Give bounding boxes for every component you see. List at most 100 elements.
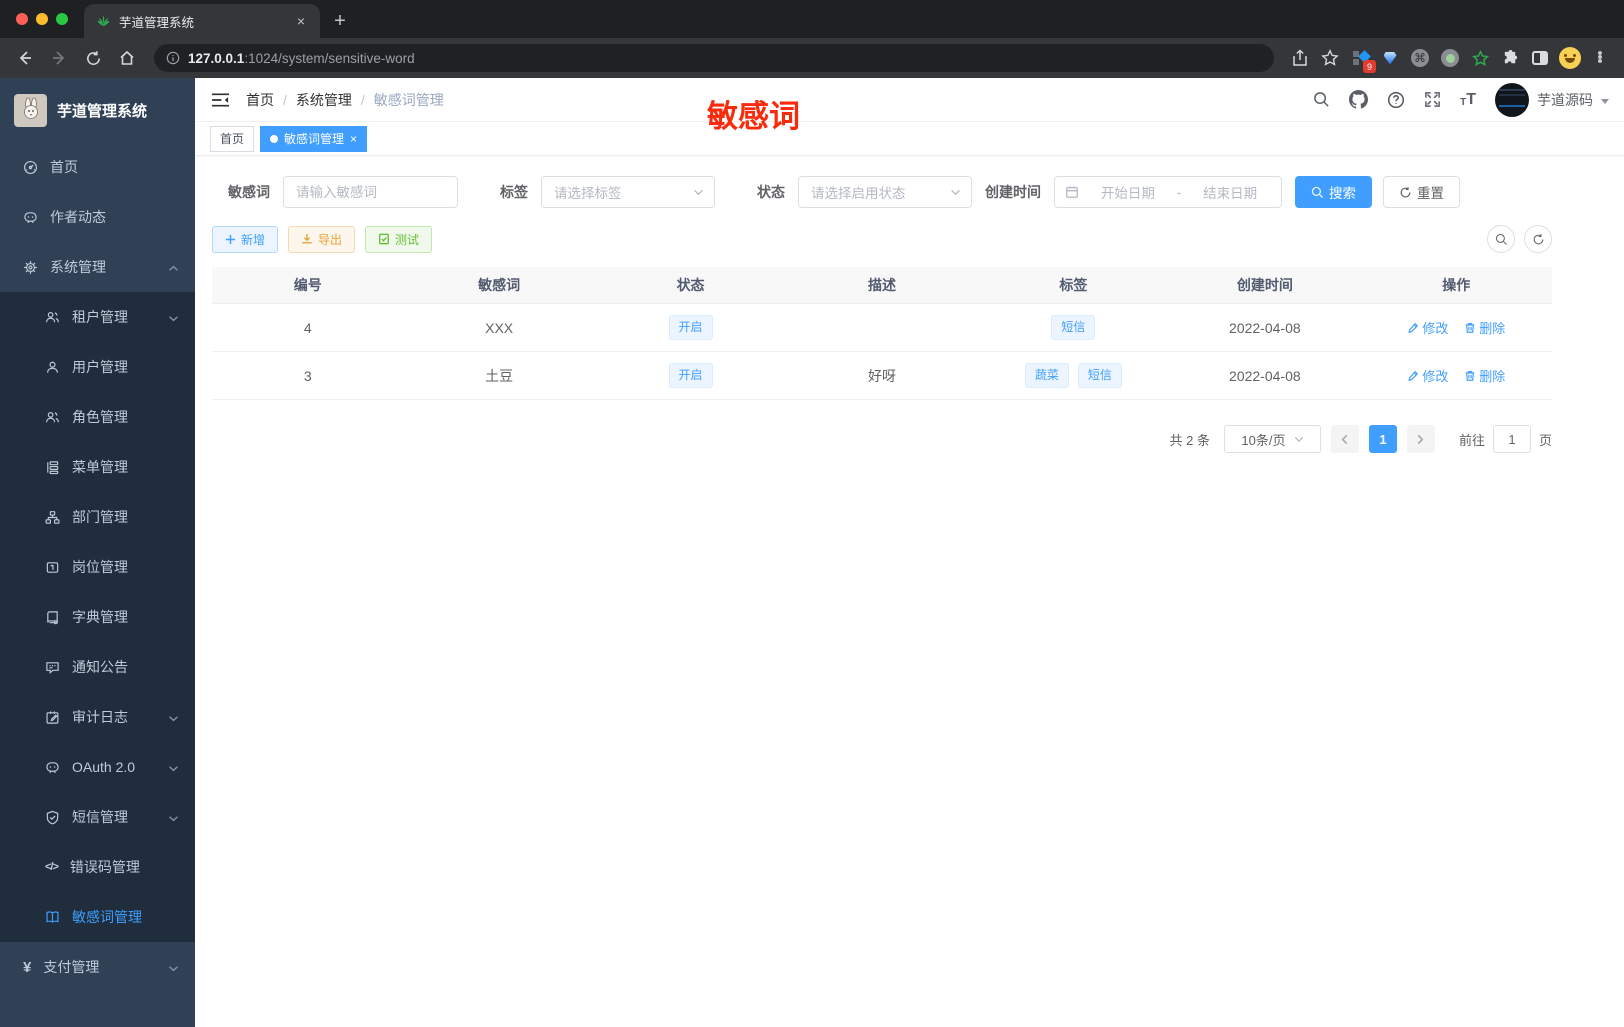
open-book-icon [46,910,59,923]
bookmark-star-icon[interactable] [1316,44,1344,72]
tab-close-icon[interactable]: × [292,12,310,30]
test-button[interactable]: 测试 [365,225,433,253]
tab-home[interactable]: 首页 [210,125,255,152]
add-button[interactable]: 新增 [212,225,279,253]
sidebar-collapse-icon[interactable] [210,90,230,110]
breadcrumb-parent[interactable]: 系统管理 [296,90,352,110]
side-panel-icon[interactable] [1526,44,1554,72]
reload-icon[interactable] [78,43,108,73]
column-header: 描述 [867,277,896,293]
column-header: 编号 [293,277,322,293]
refresh-table-button[interactable] [1524,225,1552,253]
tampermonkey-extension-icon[interactable]: 9 [1346,44,1376,73]
github-icon[interactable] [1349,90,1369,109]
new-tab-button[interactable]: + [326,7,354,35]
command-extension-icon[interactable]: ⌘ [1406,44,1434,72]
sidebar-item-dictionary[interactable]: 字典管理 [0,592,195,642]
sidebar-item-posts[interactable]: 岗位管理 [0,542,195,592]
fullscreen-icon[interactable] [1424,91,1441,108]
tag-select[interactable]: 请选择标签 [541,176,715,208]
browser-tab[interactable]: 芋道管理系统 × [84,4,320,38]
sidebar-item-label: 首页 [50,159,78,175]
chevron-down-icon [951,189,960,195]
tab-close-icon[interactable]: × [350,132,357,146]
user-icon [47,361,58,373]
export-button[interactable]: 导出 [288,225,356,253]
close-window-button[interactable] [16,13,28,25]
document-check-icon [379,233,390,245]
goto-page-input[interactable] [1492,425,1531,453]
chevron-up-icon [168,259,179,275]
star-extension-icon[interactable] [1466,44,1494,72]
cell-word: XXX [485,319,514,336]
code-icon: </> [45,861,59,873]
page-number-button[interactable]: 1 [1368,425,1397,453]
sidebar-item-sensitive-words[interactable]: 敏感词管理 [0,892,195,942]
user-menu[interactable]: 芋道源码 [1495,82,1609,117]
search-icon[interactable] [1313,91,1330,108]
sidebar-item-audit-log[interactable]: 审计日志 [0,692,195,742]
pay-icon: ¥ [23,958,32,976]
font-size-icon[interactable]: TT [1460,91,1476,108]
browser-toolbar: 127.0.0.1:1024/system/sensitive-word 9 ⌘… [0,38,1624,78]
edit-button[interactable]: 修改 [1407,318,1448,337]
tab-sensitive-words[interactable]: 敏感词管理 × [260,125,368,152]
sidebar-item-announcements[interactable]: 通知公告 [0,642,195,692]
sidebar-item-label: 字典管理 [72,609,128,625]
sidebar-item-menus[interactable]: 菜单管理 [0,442,195,492]
sidebar-item-sms[interactable]: 短信管理 [0,792,195,842]
delete-button[interactable]: 删除 [1464,366,1505,385]
prev-page-button[interactable] [1330,425,1359,453]
page-size-select[interactable]: 10条/页 [1223,425,1321,453]
extensions-puzzle-icon[interactable] [1496,44,1524,72]
profile-avatar-icon[interactable] [1556,44,1584,72]
share-icon[interactable] [1286,44,1314,72]
tenants-icon [46,311,59,322]
sidebar-item-home[interactable]: 首页 [0,142,195,192]
app-logo-row[interactable]: 芋道管理系统 [0,78,195,142]
sidebar-item-system[interactable]: 系统管理 [0,242,195,292]
sidebar-item-roles[interactable]: 角色管理 [0,392,195,442]
cell-create-time: 2022-04-08 [1229,367,1301,384]
breadcrumb-home[interactable]: 首页 [246,90,274,110]
sidebar-item-author-news[interactable]: 作者动态 [0,192,195,242]
browser-tab-strip: 芋道管理系统 × + [0,0,1624,38]
caret-down-icon [1601,98,1609,104]
edit-button[interactable]: 修改 [1407,366,1448,385]
gem-extension-icon[interactable] [1376,44,1404,72]
address-bar[interactable]: 127.0.0.1:1024/system/sensitive-word [154,44,1274,72]
delete-button[interactable]: 删除 [1464,318,1505,337]
trash-icon [1465,370,1475,381]
sidebar-item-oauth[interactable]: OAuth 2.0 [0,742,195,792]
sidebar-item-error-codes[interactable]: </> 错误码管理 [0,842,195,892]
sidebar-item-tenant[interactable]: 租户管理 [0,292,195,342]
next-page-button[interactable] [1406,425,1435,453]
sidebar-item-users[interactable]: 用户管理 [0,342,195,392]
status-select[interactable]: 请选择启用状态 [798,176,972,208]
forward-icon[interactable] [44,43,74,73]
sidebar-item-label: OAuth 2.0 [72,759,136,775]
show-search-toggle-button[interactable] [1487,225,1515,253]
minimize-window-button[interactable] [36,13,48,25]
audit-log-icon [46,710,59,724]
recorder-extension-icon[interactable] [1436,44,1464,72]
back-icon[interactable] [10,43,40,73]
calendar-icon [1066,186,1078,198]
zoom-window-button[interactable] [56,13,68,25]
test-button-label: 测试 [395,232,420,247]
sidebar-item-label: 作者动态 [50,209,106,225]
site-info-icon[interactable] [166,51,180,65]
browser-menu-icon[interactable]: • • • [1586,44,1614,72]
window-controls[interactable] [16,13,68,25]
sidebar-item-label: 通知公告 [72,659,128,675]
edit-button-label: 修改 [1422,369,1449,384]
reset-button[interactable]: 重置 [1383,176,1460,208]
keyword-input[interactable] [283,176,458,208]
sidebar-item-payment[interactable]: ¥ 支付管理 [0,942,195,992]
home-icon[interactable] [112,43,142,73]
search-button[interactable]: 搜索 [1295,176,1372,208]
date-range-picker[interactable]: 开始日期 - 结束日期 [1054,176,1282,208]
help-icon[interactable] [1387,91,1405,109]
sidebar-item-departments[interactable]: 部门管理 [0,492,195,542]
sidebar-item-label: 敏感词管理 [72,909,142,925]
